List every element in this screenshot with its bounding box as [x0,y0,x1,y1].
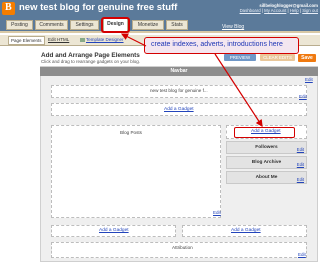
annotation-callout-text: create indexes, adverts, introductions h… [151,41,283,48]
help-link[interactable]: Help [290,8,299,13]
attribution-label: Attribution [172,245,193,250]
sidebar-blog-archive-gadget[interactable]: Blog Archive Edit [226,156,307,169]
tab-posting[interactable]: Posting [6,20,33,30]
attribution-edit-link[interactable]: Edit [298,252,306,257]
followers-edit-link[interactable]: Edit [297,147,304,152]
subtab-template-designer[interactable]: Template Designer [80,37,124,42]
main-tab-bar: Posting Comments Settings Design Monetiz… [0,17,320,33]
blogger-header: new test blog for genuine free stuff sil… [0,0,320,17]
blog-posts-edit-link[interactable]: Edit [213,210,221,215]
followers-label: Followers [255,145,278,150]
about-me-edit-link[interactable]: Edit [297,177,304,182]
footer-add-gadget-left-link[interactable]: Add a Gadget [99,228,129,233]
my-account-link[interactable]: My Account [264,8,286,13]
clear-edits-button[interactable]: CLEAR EDITS [260,54,295,61]
blog-posts-gadget[interactable] [51,125,221,218]
save-button[interactable]: Save [298,54,316,62]
header-gadget-label: new test blog for genuine f... [150,88,208,93]
dashboard-link[interactable]: Dashboard [240,8,261,13]
blogger-logo-icon[interactable] [2,2,15,15]
blog-archive-edit-link[interactable]: Edit [297,162,304,167]
template-designer-label: Template Designer [86,37,124,42]
add-gadget-header-link[interactable]: Add a Gadget [164,107,194,112]
footer-add-gadget-right-link[interactable]: Add a Gadget [231,228,261,233]
subtab-edit-html[interactable]: Edit HTML [48,37,69,42]
sidebar-followers-gadget[interactable]: Followers Edit [226,141,307,154]
header-edit-link[interactable]: Edit [299,94,307,99]
annotation-callout: create indexes, adverts, introductions h… [144,37,299,54]
about-me-label: About Me [255,175,278,180]
blog-posts-label: Blog Posts [120,130,142,135]
view-blog-link[interactable]: View Blog [222,24,244,30]
sign-out-link[interactable]: Sign out [302,8,318,13]
design-tab-highlight [101,17,130,33]
sidebar-about-me-gadget[interactable]: About Me Edit [226,171,307,184]
subtab-page-elements[interactable]: Page Elements [8,36,45,45]
blog-archive-label: Blog Archive [251,160,282,165]
navbar-edit-link[interactable]: Edit [305,77,313,82]
page-subtitle: Click and drag to rearrange gadgets on y… [41,59,141,64]
tab-settings[interactable]: Settings [70,20,99,30]
template-designer-icon [80,37,85,42]
add-gadget-highlight [234,127,295,138]
page-title: Add and Arrange Page Elements [41,52,140,59]
tab-monetize[interactable]: Monetize [132,20,164,30]
account-links: Dashboard | My Account | Help | Sign out [239,8,318,13]
preview-button[interactable]: PREVIEW [224,54,256,61]
tab-stats[interactable]: Stats [166,20,188,30]
account-info: sillbeloghlogger@gmail.com Dashboard | M… [210,3,318,13]
blog-title: new test blog for genuine free stuff [19,2,178,13]
navbar-gadget[interactable]: Navbar [40,67,318,76]
tab-comments[interactable]: Comments [35,20,68,30]
